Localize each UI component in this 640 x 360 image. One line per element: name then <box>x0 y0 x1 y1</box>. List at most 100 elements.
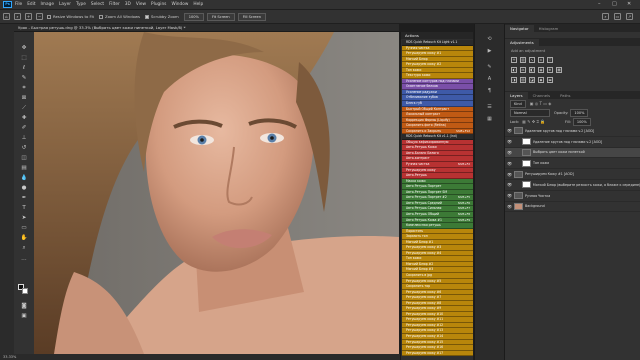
history-icon[interactable]: ⟲ <box>486 36 493 43</box>
photoshop-logo-icon[interactable]: Ps <box>3 1 12 8</box>
visibility-eye-icon[interactable]: 👁 <box>505 150 514 155</box>
fill-field[interactable]: 100% <box>572 117 591 126</box>
threshold-icon[interactable]: ◪ <box>529 77 535 83</box>
visibility-eye-icon[interactable]: 👁 <box>505 128 514 133</box>
fit-screen-button[interactable]: Fit Screen <box>206 12 235 21</box>
lasso-tool-icon[interactable]: ℓ <box>20 64 28 72</box>
background-color-swatch[interactable] <box>22 288 28 294</box>
exposure-icon[interactable]: ± <box>538 57 544 63</box>
brush-tool-icon[interactable]: ✐ <box>20 124 28 132</box>
tab-layers[interactable]: Layers <box>505 92 528 99</box>
layer-row[interactable]: 👁 Удаление кругов под глазами v.2 [AOD] <box>505 126 640 137</box>
type-tool-icon[interactable]: T <box>20 204 28 212</box>
tab-navigator[interactable]: Navigator <box>505 25 534 32</box>
menu-image[interactable]: Image <box>41 2 54 7</box>
scrubby-zoom-checkbox[interactable]: Scrubby Zoom <box>145 14 179 19</box>
gradient-tool-icon[interactable]: ▤ <box>20 164 28 172</box>
move-tool-icon[interactable]: ✥ <box>20 44 28 52</box>
minimize-icon[interactable]: – <box>598 1 601 7</box>
channel-mixer-icon[interactable]: ⊕ <box>547 67 553 73</box>
kind-filter-select[interactable]: Kind <box>510 99 526 108</box>
zoom-out-icon[interactable]: − <box>36 13 43 20</box>
invert-icon[interactable]: ◑ <box>511 77 517 83</box>
crop-tool-icon[interactable]: ⌗ <box>20 84 28 92</box>
marquee-tool-icon[interactable]: ⬚ <box>20 54 28 62</box>
visibility-eye-icon[interactable]: 👁 <box>505 193 514 198</box>
brightness-icon[interactable]: ☀ <box>511 57 517 63</box>
zoom-100-button[interactable]: 100% <box>183 12 204 21</box>
tab-histogram[interactable]: Histogram <box>534 25 564 32</box>
filter-icons[interactable]: ▣ ◎ T ▭ ◈ <box>530 101 552 106</box>
blur-tool-icon[interactable]: 💧 <box>20 174 28 182</box>
menu-plugins[interactable]: Plugins <box>151 2 166 7</box>
selective-color-icon[interactable]: ◆ <box>538 77 544 83</box>
workspace-icon[interactable]: ▭ <box>614 13 621 20</box>
blend-mode-select[interactable]: Normal <box>510 108 550 117</box>
maximize-icon[interactable]: □ <box>612 1 617 7</box>
share-icon[interactable]: ↗ <box>626 13 633 20</box>
vibrance-icon[interactable]: ▽ <box>547 57 553 63</box>
eraser-tool-icon[interactable]: ◫ <box>20 154 28 162</box>
layer-row[interactable]: 👁 Удаление кругов под глазами v.2 [AOD] <box>505 137 640 148</box>
layer-row[interactable]: 👁 Тон кожи <box>505 158 640 170</box>
posterize-icon[interactable]: ▨ <box>520 77 526 83</box>
gradient-map-icon[interactable]: ▬ <box>547 77 553 83</box>
color-balance-icon[interactable]: ⚖ <box>520 67 526 73</box>
path-select-tool-icon[interactable]: ➤ <box>20 214 28 222</box>
visibility-eye-icon[interactable]: 👁 <box>505 139 514 144</box>
lock-icons[interactable]: ▦ ✎ ✥ ⌗ 🔒 <box>522 119 545 124</box>
document-tab[interactable]: Урок - Быстрая ретушь.dng @ 33.3% (Выбра… <box>14 24 399 32</box>
hue-saturation-icon[interactable]: ◐ <box>511 67 517 73</box>
resize-windows-checkbox[interactable]: Resize Windows to Fit <box>47 14 94 19</box>
clone-stamp-tool-icon[interactable]: ⊥ <box>20 134 28 142</box>
home-icon[interactable]: ⌂ <box>3 13 10 20</box>
screen-mode-icon[interactable]: ▣ <box>20 312 28 320</box>
rectangle-tool-icon[interactable]: ▭ <box>20 224 28 232</box>
close-icon[interactable]: ✕ <box>627 1 631 7</box>
menu-help[interactable]: Help <box>193 2 203 7</box>
swatches-icon[interactable]: ▦ <box>486 116 493 123</box>
opacity-field[interactable]: 100% <box>570 108 589 117</box>
menu-edit[interactable]: Edit <box>27 2 35 7</box>
menu-window[interactable]: Window <box>171 2 188 7</box>
history-brush-tool-icon[interactable]: ↺ <box>20 144 28 152</box>
menu-select[interactable]: Select <box>91 2 104 7</box>
tab-adjustments[interactable]: Adjustments <box>505 39 539 46</box>
eyedropper-tool-icon[interactable]: ⟋ <box>20 104 28 112</box>
menu-view[interactable]: View <box>136 2 146 7</box>
search-icon[interactable]: ⌕ <box>602 13 609 20</box>
color-lookup-icon[interactable]: ▦ <box>556 67 562 73</box>
visibility-eye-icon[interactable]: 👁 <box>505 182 514 187</box>
play-icon[interactable]: ▶ <box>486 48 493 55</box>
paragraph-icon[interactable]: ¶ <box>486 88 493 95</box>
zoom-all-checkbox[interactable]: Zoom All Windows <box>99 14 140 19</box>
menu-type[interactable]: Type <box>76 2 86 7</box>
visibility-eye-icon[interactable]: 👁 <box>505 161 514 166</box>
action-item[interactable]: Ретушируем кожу #17 <box>402 350 473 357</box>
brush-settings-icon[interactable]: ✎ <box>486 64 493 71</box>
menu-file[interactable]: File <box>15 2 22 7</box>
tab-paths[interactable]: Paths <box>555 92 575 99</box>
levels-icon[interactable]: ▥ <box>520 57 526 63</box>
layer-row[interactable]: 👁 Background <box>505 202 640 213</box>
pen-tool-icon[interactable]: ✒ <box>20 194 28 202</box>
layer-row[interactable]: 👁 Мягкий Блюр (выберите резкость кожи, а … <box>505 180 640 191</box>
zoom-tool-icon[interactable]: ⌕ <box>14 13 21 20</box>
visibility-eye-icon[interactable]: 👁 <box>505 172 514 177</box>
zoom-in-icon[interactable]: + <box>25 13 32 20</box>
frame-tool-icon[interactable]: ⊠ <box>20 94 28 102</box>
tab-channels[interactable]: Channels <box>528 92 556 99</box>
curves-icon[interactable]: ∿ <box>529 57 535 63</box>
quick-select-tool-icon[interactable]: ✎ <box>20 74 28 82</box>
layer-row[interactable]: 👁 Ручная Чистка <box>505 191 640 202</box>
visibility-eye-icon[interactable]: 👁 <box>505 204 514 209</box>
layer-row[interactable]: 👁 Выбрать цвет кожи пипеткой <box>505 147 640 159</box>
canvas[interactable] <box>34 32 399 354</box>
properties-icon[interactable]: ☰ <box>486 104 493 111</box>
quick-mask-icon[interactable]: ◙ <box>20 302 28 310</box>
zoom-tool-side-icon[interactable]: ⌕ <box>20 244 28 252</box>
dodge-tool-icon[interactable]: ● <box>20 184 28 192</box>
more-tools-icon[interactable]: ⋯ <box>20 256 28 264</box>
menu-3d[interactable]: 3D <box>125 2 131 7</box>
photo-filter-icon[interactable]: ◉ <box>538 67 544 73</box>
